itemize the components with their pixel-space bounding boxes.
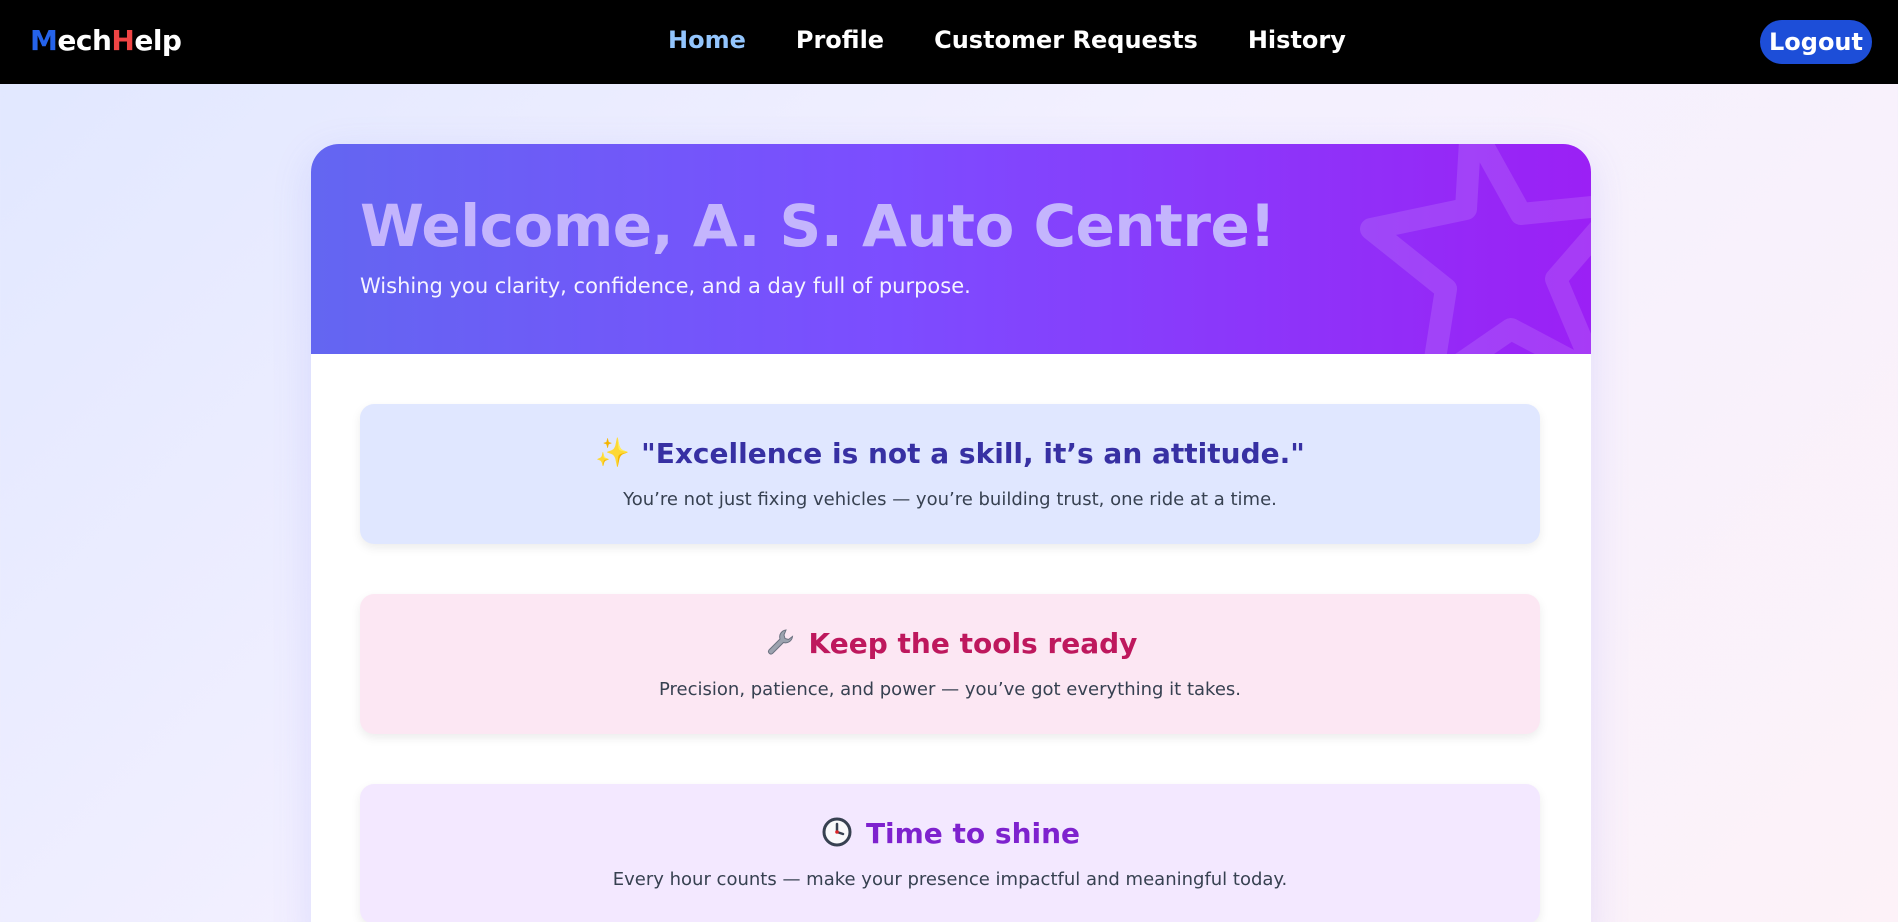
welcome-title: Welcome, A. S. Auto Centre!	[360, 192, 1276, 260]
nav-link-history[interactable]: History	[1248, 26, 1346, 54]
quote-card-text: You’re not just fixing vehicles — you’re…	[623, 489, 1277, 510]
quote-card: ✨ "Excellence is not a skill, it’s an at…	[360, 404, 1540, 544]
clock-icon	[820, 816, 854, 850]
nav-links: Home Profile Customer Requests History	[668, 26, 1396, 54]
time-card-heading: Time to shine	[360, 816, 1540, 850]
tools-card: Keep the tools ready Precision, patience…	[360, 594, 1540, 734]
brand-text-ech: ech	[57, 24, 112, 57]
wrench-icon	[763, 626, 797, 660]
quote-card-title: "Excellence is not a skill, it’s an atti…	[641, 436, 1305, 470]
brand-letter-m: M	[30, 24, 58, 57]
sparkles-icon: ✨	[595, 436, 631, 469]
nav-link-home[interactable]: Home	[668, 26, 746, 54]
brand-logo[interactable]: MechHelp	[30, 24, 182, 57]
time-card: Time to shine Every hour counts — make y…	[360, 784, 1540, 922]
tools-card-text: Precision, patience, and power — you’ve …	[659, 679, 1241, 700]
time-card-title: Time to shine	[865, 816, 1081, 850]
welcome-hero: Welcome, A. S. Auto Centre! Wishing you …	[311, 144, 1591, 354]
quote-card-heading: ✨ "Excellence is not a skill, it’s an at…	[360, 436, 1540, 470]
brand-letter-h: H	[111, 24, 135, 57]
time-card-text: Every hour counts — make your presence i…	[612, 869, 1288, 890]
nav-link-customer-requests[interactable]: Customer Requests	[934, 26, 1198, 54]
tools-card-title: Keep the tools ready	[808, 626, 1138, 660]
dashboard-card: Welcome, A. S. Auto Centre! Wishing you …	[311, 144, 1591, 922]
welcome-subtitle: Wishing you clarity, confidence, and a d…	[360, 274, 971, 298]
logout-button[interactable]: Logout	[1760, 20, 1872, 64]
top-navbar: MechHelp Home Profile Customer Requests …	[0, 0, 1898, 84]
brand-text-elp: elp	[134, 24, 182, 57]
tools-card-heading: Keep the tools ready	[360, 626, 1540, 660]
star-decoration-icon	[1360, 144, 1591, 354]
nav-link-profile[interactable]: Profile	[796, 26, 884, 54]
